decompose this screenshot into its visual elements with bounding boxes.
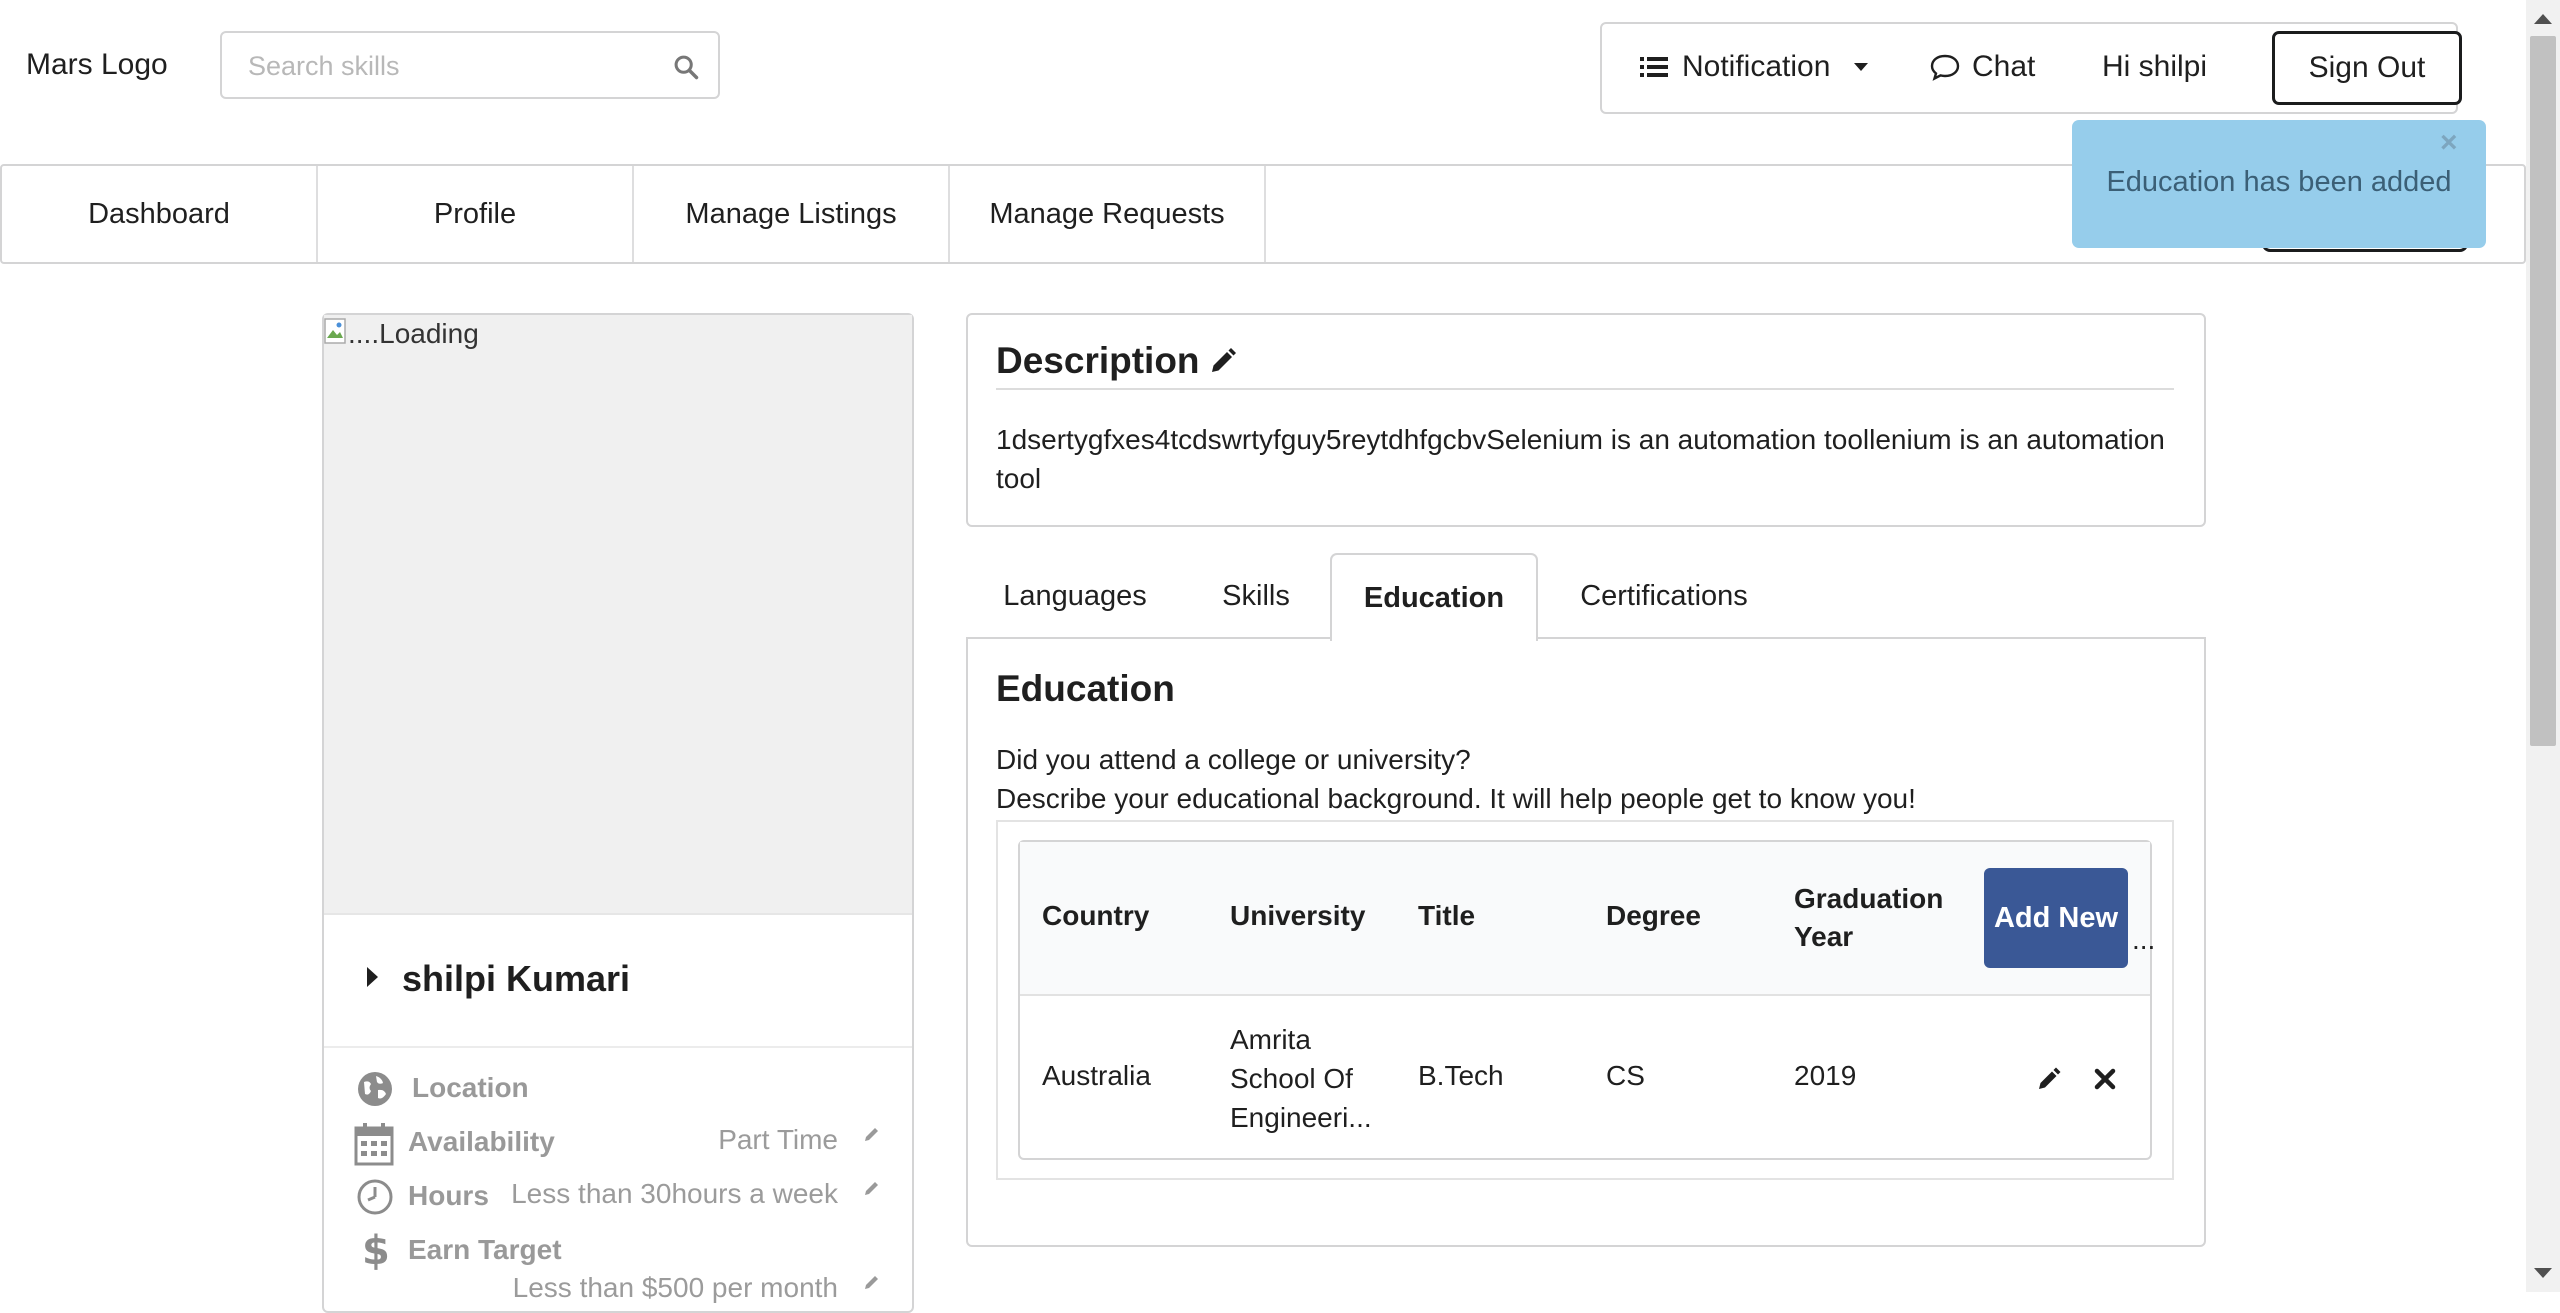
profile-name[interactable]: shilpi Kumari [402,958,630,1000]
earn-target-value: Less than $500 per month [512,1272,838,1303]
overflow-text: ... [2132,924,2156,955]
toast-message: Education has been added [2106,166,2452,198]
menu-item-profile[interactable]: Profile [318,166,634,262]
close-icon[interactable]: × [2440,126,2458,160]
pencil-icon[interactable] [1208,346,1238,376]
profile-photo[interactable] [324,315,912,915]
search-input[interactable] [222,33,670,99]
tab-certifications[interactable]: Certifications [1562,554,1766,638]
user-greeting[interactable]: Hi shilpi [2102,50,2207,84]
column-header-country: Country [1042,900,1150,931]
description-text: 1dsertygfxes4tcdswrtyfguy5reytdhfgcbvSel… [996,424,2165,494]
tab-languages[interactable]: Languages [990,554,1160,638]
cell-university: Amrita School Of Engineeri... [1230,1024,1372,1133]
list-icon [1640,57,1668,77]
scroll-up-arrow-icon[interactable] [2532,12,2554,26]
globe-icon [358,1072,392,1106]
svg-text:$: $ [362,1228,388,1272]
availability-label: Availability [408,1126,555,1157]
chat-label: Chat [1972,50,2036,83]
calendar-icon [354,1123,394,1166]
menu-item-manage-requests[interactable]: Manage Requests [950,166,1266,262]
availability-value: Part Time [718,1124,838,1155]
cell-graduation-year: 2019 [1794,1060,1857,1091]
site-logo[interactable]: Mars Logo [26,48,168,82]
description-header: Description [996,340,1238,382]
description-title: Description [996,340,1200,381]
menu-item-manage-listings[interactable]: Manage Listings [634,166,950,262]
broken-image-icon [324,318,346,344]
sign-out-button[interactable]: Sign Out [2272,31,2462,105]
add-new-button[interactable]: Add New [1984,868,2128,968]
location-label: Location [412,1072,529,1103]
dollar-icon: $ [362,1228,388,1272]
notification-label: Notification [1682,50,1831,83]
pencil-icon[interactable] [862,1178,882,1198]
chat-link[interactable]: Chat [1930,50,2035,84]
tab-skills[interactable]: Skills [1196,554,1316,638]
notification-dropdown[interactable]: Notification [1640,50,1870,84]
education-question: Did you attend a college or university? [996,744,1471,775]
menu-item-dashboard[interactable]: Dashboard [2,166,318,262]
education-title: Education [996,668,1175,709]
hours-label: Hours [408,1180,489,1211]
pencil-icon[interactable] [2036,1066,2062,1092]
column-header-graduation-year: Graduation Year [1794,883,1944,952]
caret-down-icon [1854,63,1869,71]
education-description: Describe your educational background. It… [996,783,1916,814]
chat-icon [1930,54,1960,81]
tab-education[interactable]: Education [1330,553,1538,641]
remove-icon[interactable] [2092,1066,2118,1092]
search-icon[interactable] [672,53,700,81]
scrollbar-thumb[interactable] [2530,36,2556,746]
pencil-icon[interactable] [862,1124,882,1144]
clock-icon [357,1179,393,1215]
column-header-title: Title [1418,900,1476,931]
caret-right-icon[interactable] [364,964,380,990]
earn-target-label: Earn Target [408,1234,562,1265]
pencil-icon[interactable] [862,1272,882,1292]
divider [996,388,2174,390]
cell-title: B.Tech [1418,1060,1504,1091]
hours-value: Less than 30hours a week [511,1178,838,1209]
column-header-university: University [1230,900,1366,931]
column-header-degree: Degree [1606,900,1701,931]
divider [324,1046,912,1048]
cell-degree: CS [1606,1060,1645,1091]
cell-country: Australia [1042,1060,1151,1091]
scroll-down-arrow-icon[interactable] [2532,1266,2554,1280]
search-box [220,31,720,99]
photo-alt-text: ....Loading [348,318,479,349]
table-header [1020,842,2150,996]
